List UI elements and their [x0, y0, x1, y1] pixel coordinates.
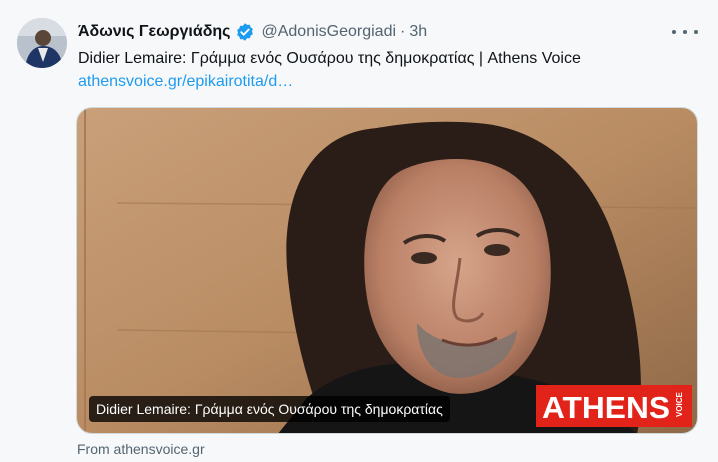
more-options-icon[interactable] [672, 22, 698, 42]
verified-badge-icon [237, 23, 254, 41]
card-caption: Didier Lemaire: Γράμμα ενός Ουσάρου της … [89, 396, 450, 422]
athens-voice-logo: ATHENS VOICE [536, 385, 692, 427]
svg-text:ATHENS: ATHENS [542, 390, 670, 425]
avatar[interactable] [17, 18, 67, 68]
tweet[interactable]: Άδωνις Γεωργιάδης @AdonisGeorgiadi · 3h … [0, 0, 718, 462]
tweet-link[interactable]: athensvoice.gr/epikairotita/d… [78, 73, 293, 91]
separator-dot: · [400, 23, 406, 40]
tweet-header: Άδωνις Γεωργιάδης @AdonisGeorgiadi · 3h [78, 20, 427, 44]
timestamp[interactable]: 3h [409, 23, 427, 41]
tweet-text: Didier Lemaire: Γράμμα ενός Ουσάρου της … [78, 50, 581, 67]
avatar-image [17, 18, 67, 68]
card-source[interactable]: From athensvoice.gr [77, 441, 205, 457]
handle[interactable]: @AdonisGeorgiadi [261, 23, 396, 41]
svg-text:VOICE: VOICE [675, 391, 684, 417]
display-name[interactable]: Άδωνις Γεωργιάδης [78, 23, 230, 41]
link-card[interactable]: Didier Lemaire: Γράμμα ενός Ουσάρου της … [76, 107, 698, 434]
